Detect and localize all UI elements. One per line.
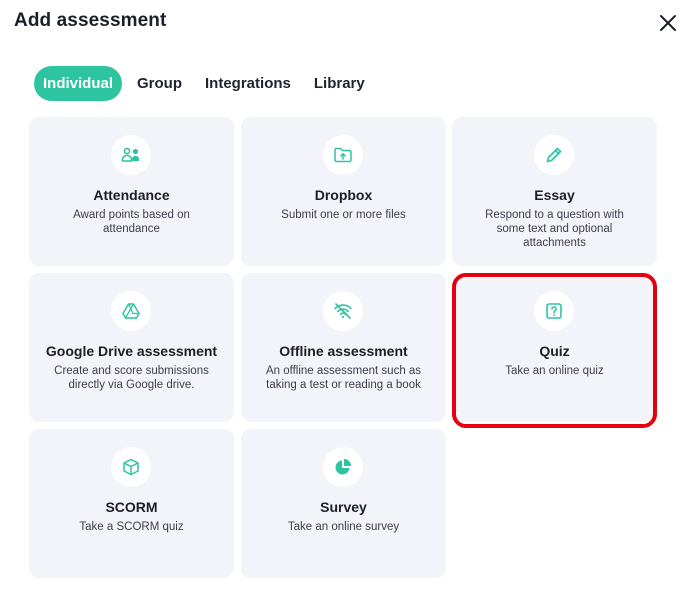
folder-upload-icon [323,135,363,175]
card-attendance[interactable]: Attendance Award points based on attenda… [29,117,234,266]
close-icon[interactable] [655,10,681,36]
pie-chart-icon [323,447,363,487]
card-description: Create and score submissions directly vi… [54,365,209,391]
modal-title: Add assessment [14,10,167,31]
modal-header: Add assessment [0,0,693,60]
wifi-off-icon [323,291,363,331]
card-title: Quiz [539,343,570,359]
cube-icon [111,447,151,487]
question-square-icon [534,291,574,331]
google-drive-icon [111,291,151,331]
tab-group[interactable]: Group [126,66,193,101]
card-quiz[interactable]: Quiz Take an online quiz [452,273,657,422]
tab-library[interactable]: Library [303,66,376,101]
card-description: Award points based on attendance [73,209,190,235]
card-description: Take an online quiz [505,365,604,377]
assessment-tabs: Individual Group Integrations Library [34,66,377,101]
card-title: Offline assessment [279,343,408,359]
card-title: Essay [534,187,575,203]
card-offline-assessment[interactable]: Offline assessment An offline assessment… [241,273,446,422]
card-survey[interactable]: Survey Take an online survey [241,429,446,578]
card-title: Survey [320,499,367,515]
card-scorm[interactable]: SCORM Take a SCORM quiz [29,429,234,578]
tab-integrations[interactable]: Integrations [194,66,302,101]
pencil-icon [534,135,574,175]
card-description: Submit one or more files [281,209,406,221]
card-description: Take a SCORM quiz [79,521,184,533]
users-icon [111,135,151,175]
card-description: An offline assessment such as taking a t… [265,365,422,391]
card-title: Dropbox [314,187,373,203]
tab-individual[interactable]: Individual [34,66,123,101]
card-title: Attendance [93,187,170,203]
card-description: Take an online survey [287,521,400,533]
card-title: SCORM [105,499,158,515]
card-essay[interactable]: Essay Respond to a question with some te… [452,117,657,266]
card-dropbox[interactable]: Dropbox Submit one or more files [241,117,446,266]
card-title: Google Drive assessment [45,343,218,359]
card-google-drive-assessment[interactable]: Google Drive assessment Create and score… [29,273,234,422]
card-description: Respond to a question with some text and… [485,209,624,249]
